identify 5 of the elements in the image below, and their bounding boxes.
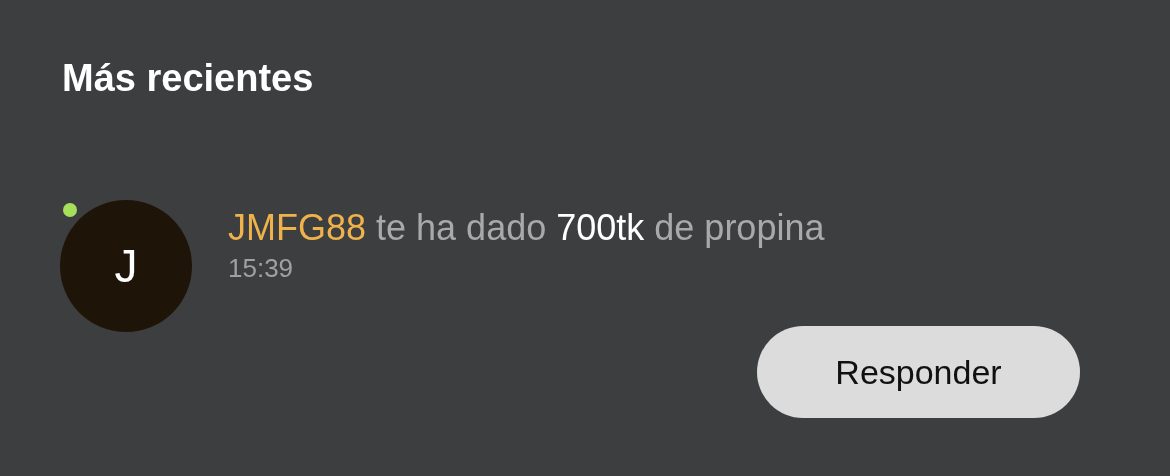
- notification-message: JMFG88 te ha dado 700tk de propina: [228, 206, 825, 250]
- avatar[interactable]: J: [60, 200, 192, 332]
- timestamp: 15:39: [228, 252, 294, 284]
- section-title: Más recientes: [62, 56, 314, 101]
- reply-button[interactable]: Responder: [757, 326, 1080, 418]
